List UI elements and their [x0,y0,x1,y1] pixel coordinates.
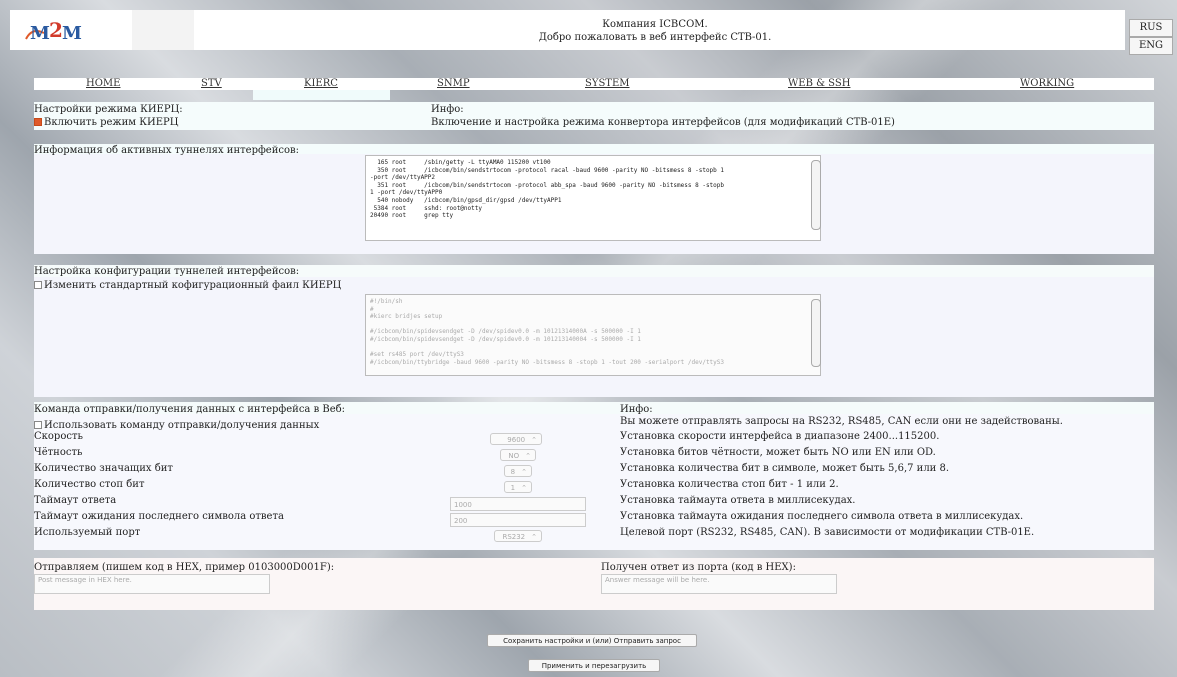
tunnels-title: Информация об активных туннелях интерфей… [34,145,300,156]
data-bits-label: Количество значащих бит [34,463,173,474]
company-name: Компания ICBCOM. [602,19,708,30]
nav-kierc[interactable]: KIERC [304,78,338,90]
stop-bits-label: Количество стоп бит [34,479,145,490]
kierc-enable-label: Включить режим КИЕРЦ [44,117,179,128]
nav-stv[interactable]: STV [201,78,222,90]
svg-text:M: M [30,23,50,44]
command-use-checkbox[interactable] [34,421,42,429]
header-logo-background [132,10,194,50]
last-char-timeout-info: Установка таймаута ожидания последнего с… [620,511,1024,522]
kierc-title: Настройки режима КИЕРЦ: [34,104,183,115]
parity-label: Чётность [34,447,83,458]
port-select[interactable]: RS232 ⌃ [494,530,542,542]
parity-select[interactable]: NO ⌃ [500,449,536,461]
config-change-label: Изменить стандартный кофигурационный фаи… [44,280,342,291]
hex-send-textarea[interactable]: Post message in HEX here. [34,574,270,594]
stop-bits-info: Установка количества стоп бит - 1 или 2. [620,479,839,490]
lang-rus-button[interactable]: RUS [1129,19,1173,37]
nav-working[interactable]: WORKING [1020,78,1074,90]
parity-info: Установка битов чётности, может быть NO … [620,447,936,458]
speed-select[interactable]: 9600 ⌃ [490,433,542,445]
config-textarea[interactable]: #!/bin/sh # #kierc bridjes setup #/icbco… [365,294,821,376]
data-bits-info: Установка количества бит в символе, може… [620,463,950,474]
speed-info: Установка скорости интерфейса в диапазон… [620,431,940,442]
kierc-enable-row: Включить режим КИЕРЦ [34,116,178,129]
parity-value: NO [508,452,520,460]
hex-send-label: Отправляем (пишем код в HEX, пример 0103… [34,562,335,573]
port-info: Целевой порт (RS232, RS485, CAN). В зави… [620,527,1035,538]
nav-home[interactable]: HOME [86,78,120,90]
hex-recv-textarea[interactable]: Answer message will be here. [601,574,837,594]
command-info-intro: Вы можете отправлять запросы на RS232, R… [620,416,1063,427]
svg-text:M: M [62,23,82,44]
tunnels-scrollbar[interactable] [811,160,821,230]
welcome-text: Добро пожаловать в веб интерфейс СТВ-01. [538,32,772,43]
stop-bits-value: 1 [510,484,516,492]
config-change-checkbox[interactable] [34,281,42,289]
nav-snmp[interactable]: SNMP [437,78,470,90]
m2m-logo: M 2 M [22,17,132,45]
stop-bits-select[interactable]: 1 ⌃ [504,481,532,493]
kierc-enable-checkbox[interactable] [34,118,42,126]
kierc-info-text: Включение и настройка режима конвертора … [431,117,895,128]
config-scrollbar[interactable] [811,299,821,367]
data-bits-value: 8 [510,468,516,476]
last-char-timeout-label: Таймаут ожидания последнего символа отве… [34,511,284,522]
command-title: Команда отправки/получения данных с инте… [34,404,346,415]
hex-recv-label: Получен ответ из порта (код в HEX): [601,562,796,573]
apply-reboot-button[interactable]: Применить и перезагрузить [528,659,660,672]
lang-eng-button[interactable]: ENG [1129,37,1173,55]
nav-web-ssh[interactable]: WEB & SSH [788,78,850,90]
header-title: Компания ICBCOM. Добро пожаловать в веб … [430,18,880,44]
port-value: RS232 [502,533,526,541]
speed-label: Скорость [34,431,83,442]
response-timeout-label: Таймаут ответа [34,495,117,506]
config-title: Настройка конфигурации туннелей интерфей… [34,266,300,277]
response-timeout-input[interactable]: 1000 [450,497,586,511]
svg-text:2: 2 [49,18,63,42]
main-nav: HOME STV KIERC SNMP SYSTEM WEB & SSH WOR… [34,78,1154,90]
save-send-button[interactable]: Сохранить настройки и (или) Отправить за… [487,634,697,647]
last-char-timeout-input[interactable]: 200 [450,513,586,527]
tunnels-textarea[interactable]: 165 root /sbin/getty -L ttyAMA0 115200 v… [365,155,821,241]
data-bits-select[interactable]: 8 ⌃ [504,465,532,477]
response-timeout-info: Установка таймаута ответа в миллисекудах… [620,495,856,506]
kierc-info-title: Инфо: [431,104,464,115]
port-label: Используемый порт [34,527,141,538]
speed-value: 9600 [507,436,526,444]
config-change-row: Изменить стандартный кофигурационный фаи… [34,279,341,292]
nav-system[interactable]: SYSTEM [585,78,630,90]
